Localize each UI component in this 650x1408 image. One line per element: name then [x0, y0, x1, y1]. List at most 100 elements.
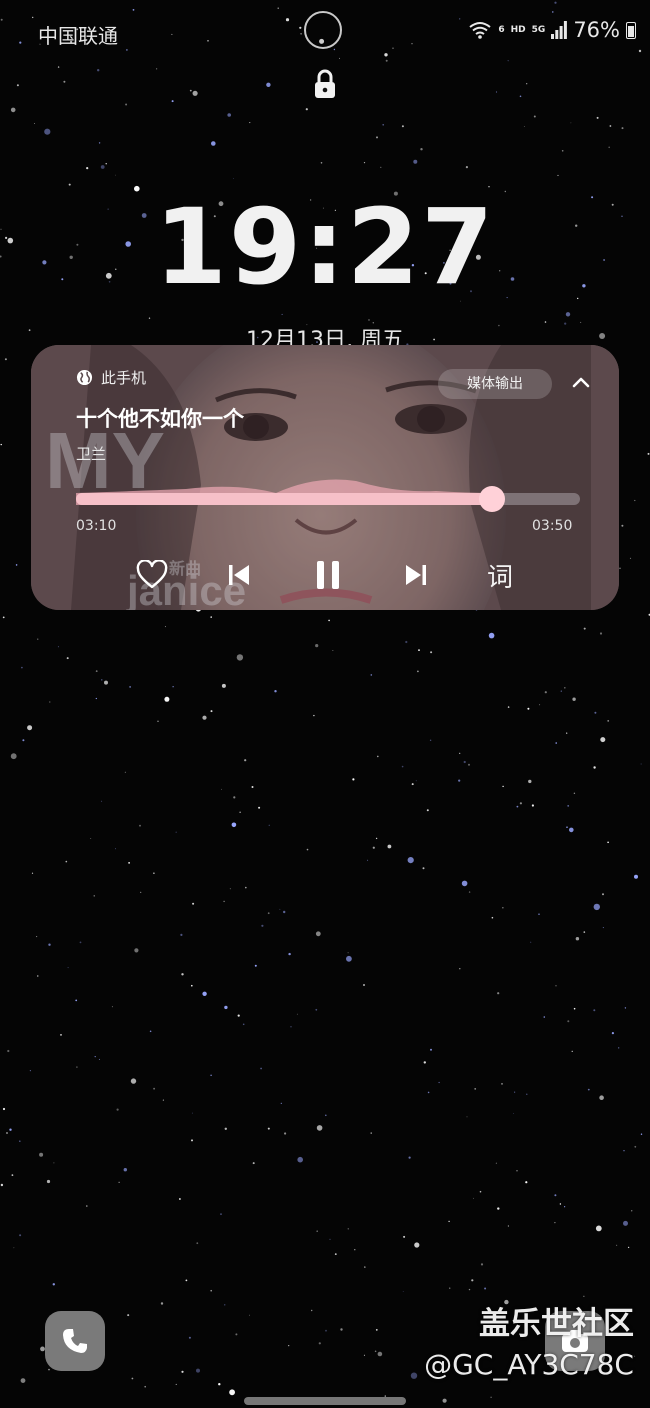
star [609, 125, 612, 127]
star [268, 824, 270, 826]
previous-track-button[interactable] [221, 557, 257, 593]
star [36, 936, 38, 938]
star [491, 916, 494, 919]
star [634, 1145, 637, 1148]
star [31, 872, 34, 874]
star [202, 715, 207, 720]
star [544, 691, 547, 694]
lyrics-button[interactable]: 词 [487, 557, 513, 594]
star [144, 1385, 146, 1388]
star [46, 1179, 51, 1184]
hd-voice-label: HD [510, 25, 526, 35]
pause-button[interactable] [310, 557, 346, 593]
phone-icon [63, 1329, 87, 1353]
wifi-6-label: 6 [498, 25, 505, 35]
star [329, 1238, 331, 1240]
star [196, 1368, 200, 1373]
star [236, 654, 244, 661]
star [527, 707, 530, 710]
star [634, 499, 636, 502]
star [468, 763, 470, 766]
star [564, 687, 566, 689]
star [180, 933, 183, 937]
star [266, 82, 271, 88]
star [488, 632, 495, 639]
star [474, 1088, 477, 1090]
star [189, 89, 192, 92]
media-output-button[interactable]: 媒体输出 [438, 369, 552, 399]
phone-shortcut[interactable] [45, 1311, 105, 1371]
star [372, 846, 375, 849]
star [97, 69, 100, 72]
star [245, 886, 247, 889]
star [602, 927, 604, 929]
star [401, 765, 404, 768]
star [560, 690, 562, 692]
star [484, 1287, 487, 1290]
home-indicator[interactable] [244, 1397, 406, 1405]
star [468, 891, 471, 893]
star [105, 163, 107, 165]
star [13, 1247, 15, 1249]
favorite-button[interactable] [134, 557, 170, 593]
star [519, 802, 523, 805]
star [623, 1220, 628, 1226]
star [407, 857, 414, 864]
star [631, 1210, 633, 1212]
star [555, 985, 557, 987]
star [599, 632, 603, 635]
star [316, 1230, 319, 1232]
star [410, 1372, 418, 1379]
star [231, 822, 237, 828]
star [179, 1198, 181, 1200]
star [497, 1207, 500, 1210]
star [420, 148, 423, 151]
star [93, 895, 95, 897]
star [465, 166, 468, 169]
star [640, 763, 642, 765]
star [423, 1061, 426, 1064]
star [188, 1336, 191, 1339]
star [315, 644, 319, 648]
star [516, 805, 519, 808]
star [148, 317, 151, 319]
star [115, 848, 116, 850]
star [60, 1034, 62, 1036]
star [377, 755, 379, 758]
watermark-community: 盖乐世社区 [479, 1306, 634, 1342]
star [156, 68, 158, 70]
star [131, 1377, 134, 1380]
star [458, 779, 461, 782]
star [417, 670, 419, 673]
star [572, 697, 576, 701]
next-track-button[interactable] [398, 557, 434, 593]
carrier-name: 中国联通 [38, 24, 118, 48]
chevron-up-icon[interactable] [569, 371, 593, 395]
star [367, 859, 369, 861]
star [621, 524, 624, 527]
star [65, 860, 68, 863]
star [37, 975, 39, 977]
media-player-card[interactable]: MY janice 新曲 此手机 媒体输出 十个他不如你一个 卫兰 03:10 … [31, 345, 619, 610]
star [279, 908, 281, 910]
star [261, 924, 264, 927]
star [497, 992, 500, 995]
star [414, 1242, 420, 1248]
star [523, 126, 525, 127]
star [52, 1283, 55, 1286]
star [374, 1350, 377, 1353]
star [288, 952, 291, 956]
star [607, 720, 610, 722]
star [284, 1132, 287, 1135]
star [380, 166, 382, 168]
front-camera-ring [304, 11, 342, 49]
star [328, 619, 330, 622]
star [382, 124, 385, 126]
star [79, 941, 82, 944]
star [530, 941, 532, 943]
star [370, 1132, 372, 1134]
star [501, 1083, 503, 1085]
star [621, 127, 624, 130]
star [37, 638, 39, 640]
star [172, 686, 174, 688]
